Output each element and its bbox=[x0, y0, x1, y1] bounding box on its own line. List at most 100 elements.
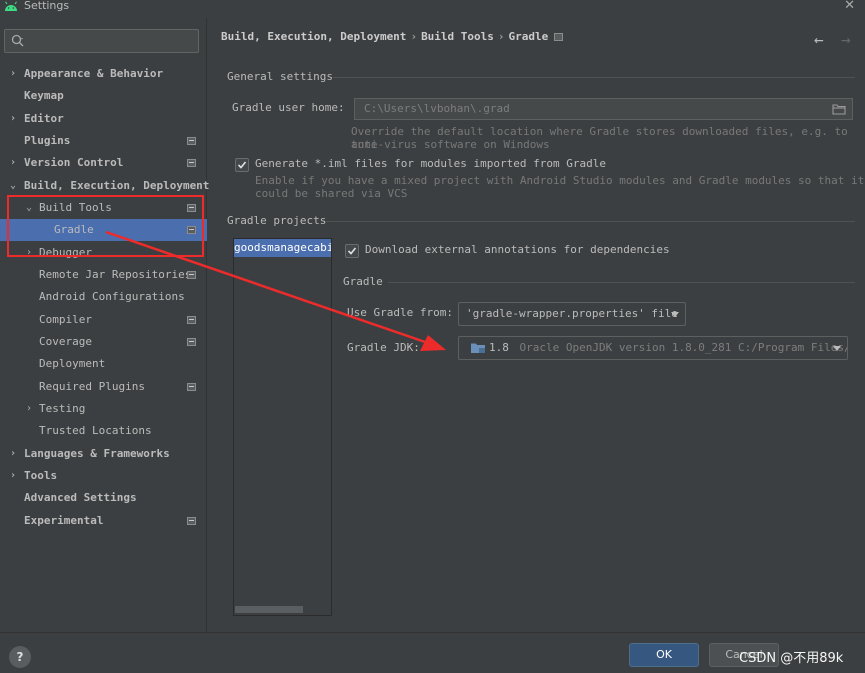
sidebar-item-gradle[interactable]: Gradle bbox=[0, 219, 207, 242]
section-divider bbox=[388, 282, 855, 283]
gradle-jdk-label: Gradle JDK: bbox=[347, 341, 420, 354]
project-level-icon bbox=[187, 136, 196, 145]
project-level-icon bbox=[187, 337, 196, 346]
sidebar-item-label: Version Control bbox=[24, 156, 124, 170]
sidebar-item-build-tools[interactable]: ⌄ Build Tools bbox=[0, 197, 207, 219]
dialog-footer: ? OK Cancel bbox=[0, 632, 865, 673]
sidebar-item-label: Coverage bbox=[39, 334, 92, 348]
sidebar-item-experimental[interactable]: Experimental bbox=[0, 510, 207, 532]
gradle-jdk-select[interactable]: 1.8 Oracle OpenJDK version 1.8.0_281 C:/… bbox=[458, 336, 848, 360]
project-level-icon bbox=[187, 270, 196, 279]
title-bar: Settings ✕ bbox=[0, 0, 865, 14]
download-annotations-checkbox[interactable] bbox=[345, 244, 359, 258]
sidebar-item-coverage[interactable]: Coverage bbox=[0, 331, 207, 353]
sidebar-item-remote-jar-repositories[interactable]: Remote Jar Repositories bbox=[0, 264, 207, 286]
sidebar-item-label: Required Plugins bbox=[39, 379, 145, 393]
sidebar-item-version-control[interactable]: › Version Control bbox=[0, 152, 207, 174]
iml-hint-line-1: Enable if you have a mixed project with … bbox=[255, 174, 865, 187]
sidebar-item-label: Build, Execution, Deployment bbox=[24, 178, 210, 192]
sidebar-item-label: Remote Jar Repositories bbox=[39, 267, 192, 281]
sidebar-item-label: Testing bbox=[39, 401, 86, 415]
search-icon bbox=[11, 34, 24, 47]
sidebar-item-label: Build Tools bbox=[39, 200, 112, 214]
sidebar-item-debugger[interactable]: › Debugger bbox=[0, 242, 207, 264]
sidebar-item-label: Gradle bbox=[54, 223, 94, 237]
check-icon bbox=[237, 161, 247, 169]
sidebar-item-testing[interactable]: › Testing bbox=[0, 398, 207, 420]
search-input[interactable] bbox=[4, 29, 199, 53]
sidebar-item-label: Advanced Settings bbox=[24, 491, 137, 505]
gradle-settings-panel: Build, Execution, Deployment › Build Tools… bbox=[208, 18, 865, 632]
use-gradle-from-value: 'gradle-wrapper.properties' file bbox=[466, 307, 678, 320]
android-icon bbox=[5, 1, 17, 11]
help-button[interactable]: ? bbox=[9, 646, 31, 668]
section-divider bbox=[325, 221, 855, 222]
sidebar-item-label: Deployment bbox=[39, 357, 106, 371]
chevron-right-icon[interactable]: › bbox=[8, 465, 18, 487]
jdk-folder-icon bbox=[471, 343, 485, 353]
horizontal-scrollbar[interactable] bbox=[235, 606, 303, 613]
gradle-section-title: Gradle bbox=[343, 275, 383, 288]
chevron-down-icon bbox=[833, 346, 841, 351]
chevron-right-icon[interactable]: › bbox=[24, 242, 34, 264]
sidebar-item-trusted-locations[interactable]: Trusted Locations bbox=[0, 420, 207, 442]
sidebar-item-advanced-settings[interactable]: Advanced Settings bbox=[0, 487, 207, 509]
watermark: CSDN @不用89k bbox=[739, 651, 844, 666]
chevron-down-icon[interactable]: ⌄ bbox=[24, 197, 34, 219]
use-gradle-from-select[interactable]: 'gradle-wrapper.properties' file bbox=[458, 302, 686, 326]
sidebar-item-build-execution-deployment[interactable]: ⌄ Build, Execution, Deployment bbox=[0, 175, 210, 197]
breadcrumb: Build, Execution, Deployment › Build Tools… bbox=[221, 30, 564, 43]
forward-arrow-icon[interactable]: → bbox=[841, 30, 851, 49]
chevron-right-icon[interactable]: › bbox=[8, 108, 18, 130]
generate-iml-label: Generate *.iml files for modules importe… bbox=[255, 157, 606, 170]
iml-hint-line-2: could be shared via VCS bbox=[255, 187, 408, 200]
chevron-right-icon[interactable]: › bbox=[8, 63, 18, 85]
window-title: Settings bbox=[24, 0, 70, 12]
sidebar-item-editor[interactable]: › Editor bbox=[0, 108, 207, 130]
gradle-user-home-field[interactable]: C:\Users\lvbohan\.grad bbox=[354, 98, 853, 120]
chevron-right-icon[interactable]: › bbox=[8, 443, 18, 465]
sidebar-item-label: Debugger bbox=[39, 245, 92, 259]
sidebar-item-appearance-behavior[interactable]: › Appearance & Behavior bbox=[0, 63, 207, 85]
project-level-icon bbox=[187, 159, 196, 168]
chevron-right-icon[interactable]: › bbox=[8, 152, 18, 174]
user-home-hint-line-2: anti-virus software on Windows bbox=[351, 138, 550, 151]
sidebar-item-plugins[interactable]: Plugins bbox=[0, 130, 207, 152]
settings-sidebar: › Appearance & Behavior Keymap › Editor Plugi… bbox=[0, 18, 210, 632]
chevron-right-icon[interactable]: › bbox=[24, 398, 34, 420]
sidebar-item-deployment[interactable]: Deployment bbox=[0, 353, 207, 375]
generate-iml-checkbox[interactable] bbox=[235, 158, 249, 172]
back-arrow-icon[interactable]: ← bbox=[814, 30, 824, 49]
sidebar-item-label: Appearance & Behavior bbox=[24, 67, 164, 80]
sidebar-item-label: Android Configurations bbox=[39, 290, 185, 304]
sidebar-item-label: Plugins bbox=[24, 133, 71, 147]
sidebar-item-languages-frameworks[interactable]: › Languages & Frameworks bbox=[0, 443, 207, 465]
gradle-projects-list[interactable]: goodsmanagecabin bbox=[233, 238, 332, 616]
breadcrumb-item-build-tools: Build Tools bbox=[421, 30, 494, 43]
gradle-jdk-version: 1.8 bbox=[489, 341, 509, 354]
project-level-icon bbox=[187, 315, 196, 324]
sidebar-item-keymap[interactable]: Keymap bbox=[0, 85, 207, 107]
ok-button[interactable]: OK bbox=[629, 643, 699, 667]
gradle-user-home-value: C:\Users\lvbohan\.grad bbox=[364, 102, 510, 115]
chevron-down-icon[interactable]: ⌄ bbox=[8, 175, 18, 197]
project-level-icon bbox=[187, 203, 196, 212]
sidebar-item-tools[interactable]: › Tools bbox=[0, 465, 207, 487]
folder-icon[interactable] bbox=[832, 103, 846, 115]
gradle-jdk-detail: Oracle OpenJDK version 1.8.0_281 C:/Prog… bbox=[519, 341, 848, 354]
sidebar-item-label: Trusted Locations bbox=[39, 424, 152, 438]
sidebar-item-label: Keymap bbox=[24, 89, 64, 103]
project-level-icon bbox=[187, 226, 196, 235]
sidebar-item-required-plugins[interactable]: Required Plugins bbox=[0, 376, 207, 398]
close-icon[interactable]: ✕ bbox=[844, 0, 855, 13]
check-icon bbox=[347, 247, 357, 255]
download-annotations-label: Download external annotations for depend… bbox=[365, 243, 670, 256]
list-item[interactable]: goodsmanagecabin bbox=[234, 239, 331, 257]
sidebar-item-label: Editor bbox=[24, 111, 64, 125]
sidebar-item-label: Experimental bbox=[24, 513, 104, 527]
breadcrumb-item-build-execution-deployment: Build, Execution, Deployment bbox=[221, 30, 407, 43]
sidebar-item-compiler[interactable]: Compiler bbox=[0, 309, 207, 331]
gradle-user-home-label: Gradle user home: bbox=[232, 101, 345, 114]
project-level-icon bbox=[554, 33, 564, 41]
sidebar-item-android-configurations[interactable]: Android Configurations bbox=[0, 286, 207, 308]
